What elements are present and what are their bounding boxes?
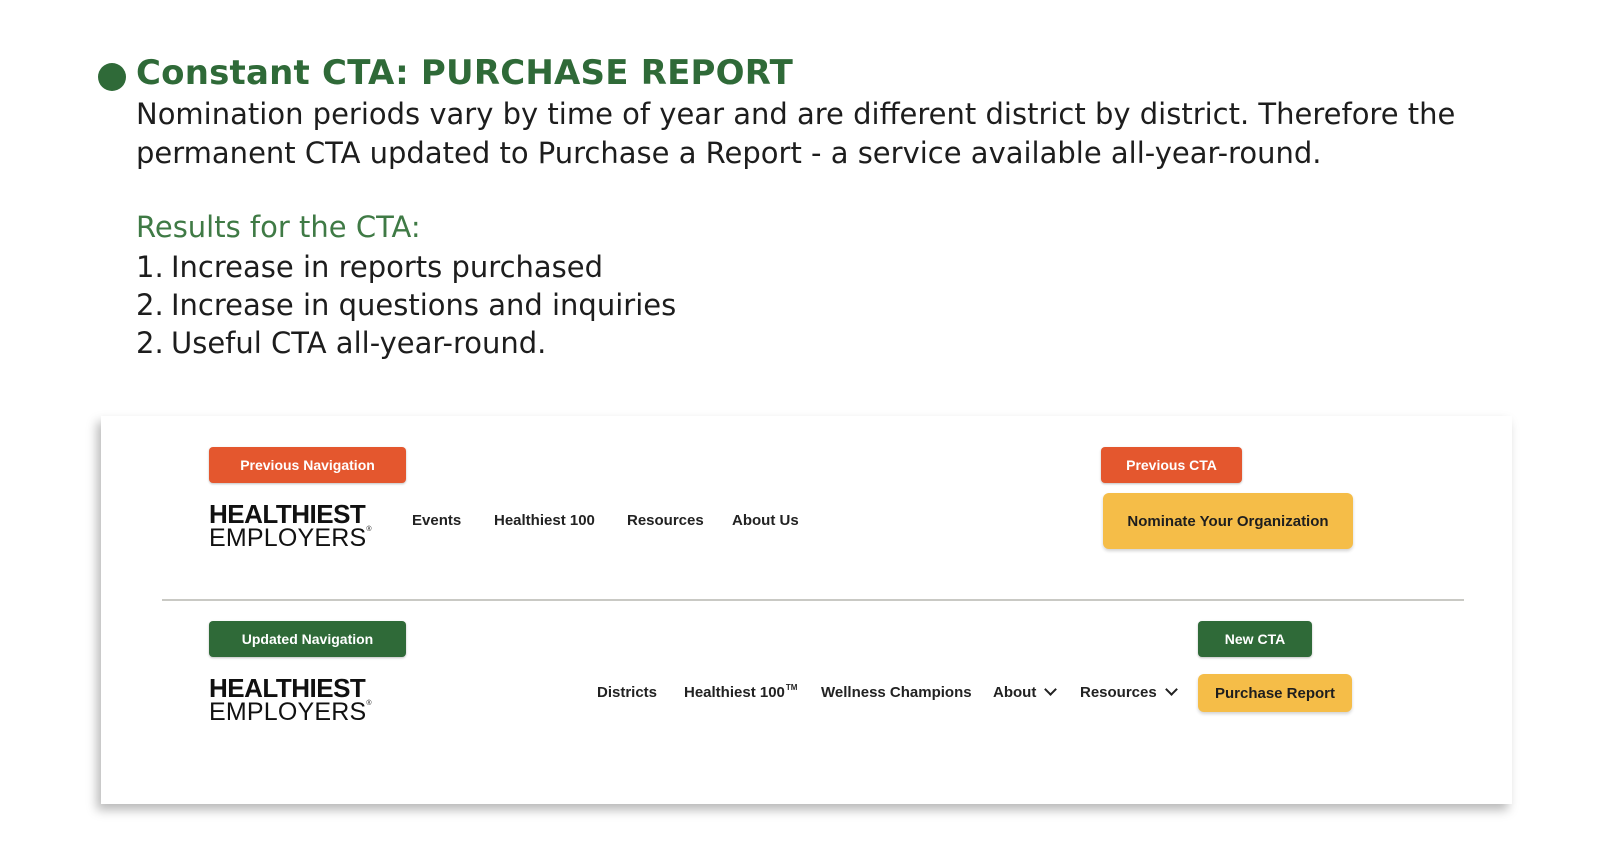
nominate-organization-button[interactable]: Nominate Your Organization	[1103, 493, 1353, 549]
list-item-text: Useful CTA all-year-round.	[171, 326, 547, 360]
nav-wellness-champions[interactable]: Wellness Champions	[821, 684, 972, 701]
registered-mark: ®	[366, 525, 372, 533]
nav-resources-dropdown[interactable]: Resources	[1080, 683, 1178, 701]
divider	[162, 599, 1464, 601]
healthiest-employers-logo[interactable]: HEALTHIEST EMPLOYERS®	[209, 675, 372, 726]
nav-healthiest-100-label: Healthiest 100	[684, 684, 785, 701]
registered-mark: ®	[366, 699, 372, 707]
nav-events[interactable]: Events	[412, 512, 461, 529]
nav-about-label: About	[993, 684, 1037, 701]
nav-about-dropdown[interactable]: About	[993, 683, 1058, 701]
section-title: Constant CTA: PURCHASE REPORT	[136, 53, 793, 93]
nav-about-us[interactable]: About Us	[732, 512, 799, 529]
nav-healthiest-100[interactable]: Healthiest 100	[494, 512, 595, 529]
section-description: Nomination periods vary by time of year …	[136, 97, 1456, 170]
new-cta-tag: New CTA	[1198, 621, 1312, 657]
logo-line-2-text: EMPLOYERS	[209, 523, 367, 552]
previous-cta-tag: Previous CTA	[1101, 447, 1242, 483]
list-item: 2. Useful CTA all-year-round.	[136, 324, 676, 362]
chevron-down-icon	[1164, 683, 1178, 696]
logo-line-2-text: EMPLOYERS	[209, 697, 367, 726]
nav-healthiest-100[interactable]: Healthiest 100 TM	[684, 683, 798, 701]
list-item-number: 2.	[136, 288, 164, 322]
list-item-number: 1.	[136, 250, 164, 284]
nav-districts[interactable]: Districts	[597, 684, 657, 701]
trademark-mark: TM	[785, 683, 798, 692]
healthiest-employers-logo[interactable]: HEALTHIEST EMPLOYERS®	[209, 501, 372, 552]
logo-line-2: EMPLOYERS®	[209, 523, 372, 552]
navigation-comparison-screenshot: Previous Navigation Previous CTA HEALTHI…	[101, 416, 1512, 804]
bullet-icon	[98, 63, 126, 91]
previous-navigation-tag: Previous Navigation	[209, 447, 406, 483]
list-item: 1. Increase in reports purchased	[136, 248, 676, 286]
list-item-text: Increase in reports purchased	[171, 250, 604, 284]
chevron-down-icon	[1044, 683, 1058, 696]
nav-resources[interactable]: Resources	[627, 512, 704, 529]
updated-navigation-tag: Updated Navigation	[209, 621, 406, 657]
list-item-number: 2.	[136, 326, 164, 360]
list-item: 2. Increase in questions and inquiries	[136, 286, 676, 324]
nav-resources-label: Resources	[1080, 684, 1157, 701]
results-label: Results for the CTA:	[136, 210, 421, 244]
list-item-text: Increase in questions and inquiries	[171, 288, 677, 322]
logo-line-2: EMPLOYERS®	[209, 697, 372, 726]
purchase-report-button[interactable]: Purchase Report	[1198, 674, 1352, 712]
results-list: 1. Increase in reports purchased 2. Incr…	[136, 248, 676, 362]
